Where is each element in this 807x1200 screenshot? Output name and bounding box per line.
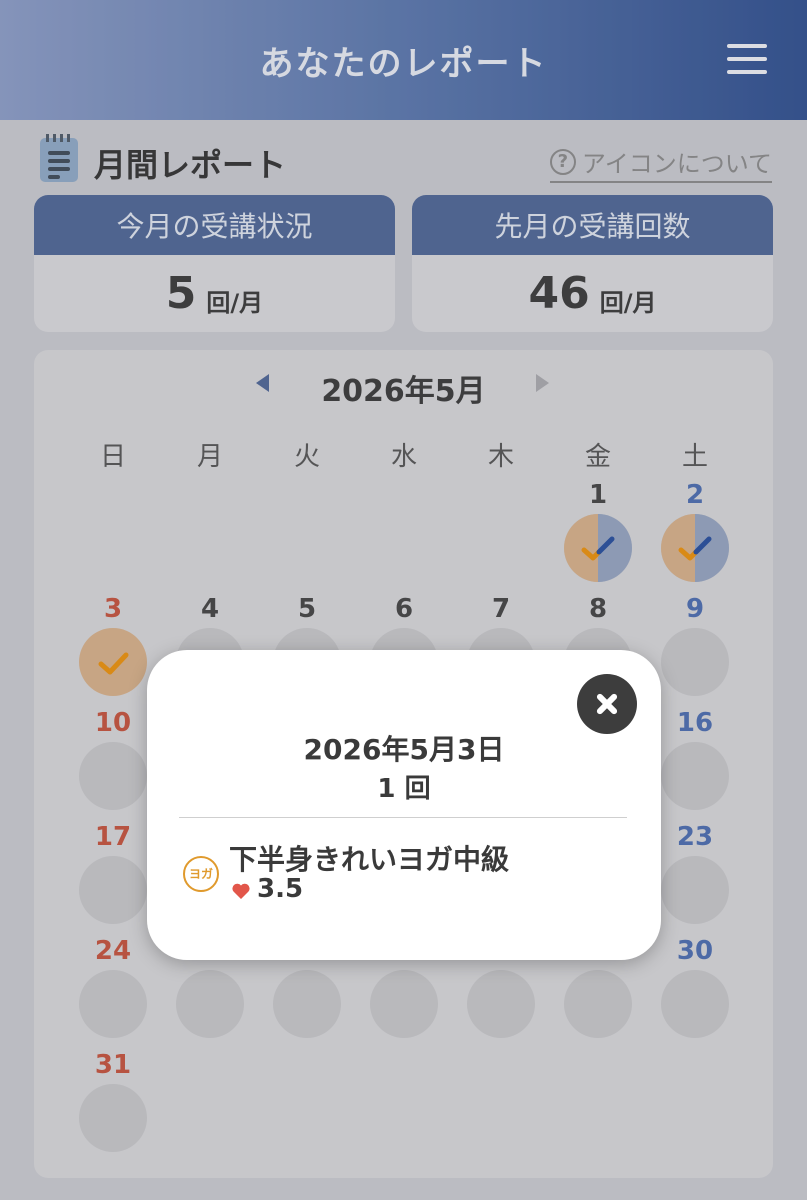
day-detail-modal: 2026年5月3日 1 回 ヨガ 下半身きれいヨガ中級 3.5 xyxy=(147,650,661,960)
divider xyxy=(179,817,627,818)
yoga-badge-icon: ヨガ xyxy=(183,856,219,892)
close-icon[interactable] xyxy=(577,674,637,734)
calendar-day-cell[interactable] xyxy=(564,514,632,582)
modal-backdrop[interactable] xyxy=(0,0,807,1200)
lesson-rating: 3.5 xyxy=(257,874,304,904)
heart-icon xyxy=(232,883,250,899)
modal-date: 2026年5月3日 xyxy=(303,733,505,766)
calendar-day-cell[interactable] xyxy=(661,514,729,582)
calendar-day-cell[interactable] xyxy=(79,628,147,696)
lesson-name[interactable]: 下半身きれいヨガ中級 xyxy=(229,838,509,878)
modal-count: 1 回 xyxy=(377,774,431,804)
